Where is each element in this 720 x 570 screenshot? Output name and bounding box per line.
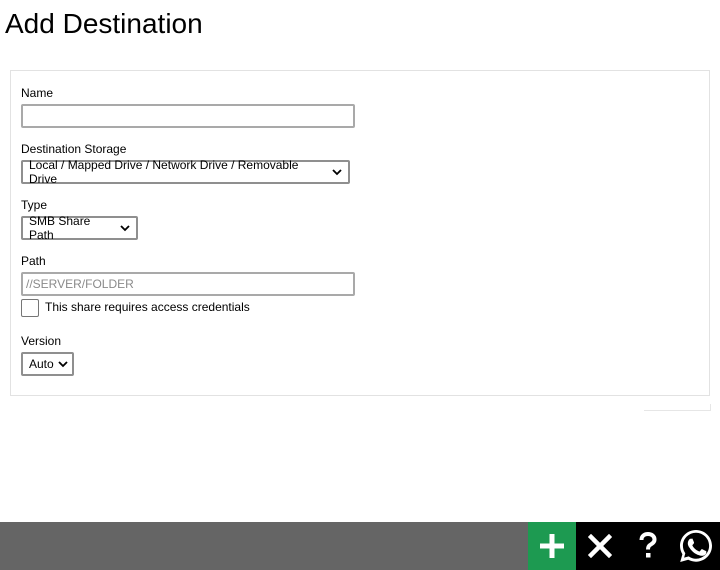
- path-input[interactable]: [21, 272, 355, 296]
- name-label: Name: [21, 86, 54, 100]
- version-label: Version: [21, 334, 62, 348]
- empty-action-area: [644, 404, 711, 411]
- credentials-checkbox[interactable]: [21, 299, 39, 317]
- page-title: Add Destination: [5, 8, 203, 39]
- type-label: Type: [21, 198, 48, 212]
- add-button[interactable]: [528, 522, 576, 570]
- version-value: Auto: [29, 357, 54, 371]
- chevron-down-icon: [332, 169, 342, 176]
- bottom-toolbar: [0, 522, 720, 570]
- plus-icon: [540, 534, 564, 558]
- destination-storage-select[interactable]: Local / Mapped Drive / Network Drive / R…: [21, 158, 350, 186]
- credentials-checkbox-label: This share requires access credentials: [45, 300, 250, 314]
- destination-storage-label: Destination Storage: [21, 142, 127, 156]
- name-input[interactable]: [21, 104, 355, 128]
- whatsapp-button[interactable]: [672, 522, 720, 570]
- close-button[interactable]: [576, 522, 624, 570]
- version-select[interactable]: Auto: [21, 352, 74, 376]
- path-label: Path: [21, 254, 46, 268]
- whatsapp-icon: [680, 530, 712, 562]
- chevron-down-icon: [120, 225, 130, 232]
- type-value: SMB Share Path: [29, 214, 91, 242]
- help-button[interactable]: [624, 522, 672, 570]
- close-x-icon: [588, 534, 612, 558]
- destination-storage-value: Local / Mapped Drive / Network Drive / R…: [29, 158, 299, 186]
- chevron-down-icon: [58, 361, 68, 368]
- destination-form-panel: Name Destination Storage Local / Mapped …: [10, 70, 710, 396]
- question-mark-icon: [639, 532, 657, 558]
- type-select[interactable]: SMB Share Path: [21, 214, 138, 242]
